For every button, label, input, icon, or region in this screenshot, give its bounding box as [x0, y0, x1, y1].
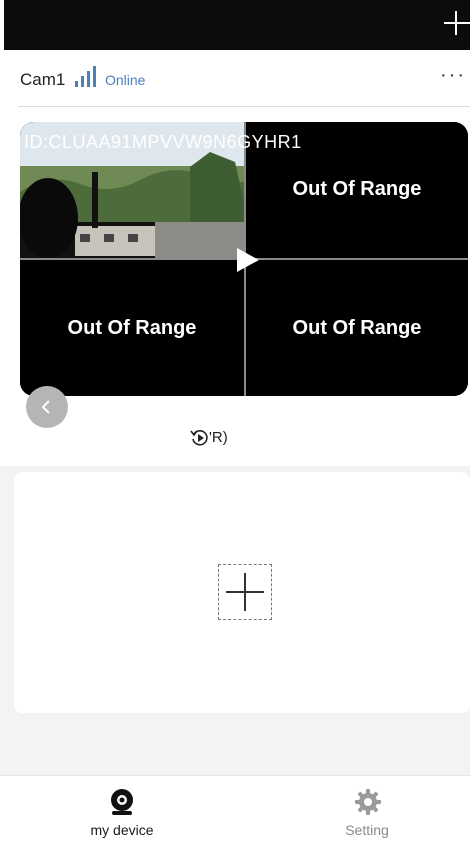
- divider: [18, 106, 470, 107]
- tab-my-device[interactable]: my device: [62, 786, 182, 842]
- tab-label: my device: [90, 822, 154, 838]
- bottom-tab-bar: my device Setting: [0, 775, 470, 842]
- status-label: Online: [105, 72, 146, 88]
- replay-label: 'R): [209, 429, 228, 446]
- plus-icon: [226, 573, 264, 611]
- channel-4-view[interactable]: Out Of Range: [246, 260, 468, 396]
- replay-button[interactable]: 'R): [190, 426, 250, 450]
- chevron-left-icon: [41, 400, 50, 414]
- signal-bars-icon: [75, 66, 96, 87]
- replay-icon: [190, 430, 208, 446]
- channel-3-view[interactable]: Out Of Range: [20, 260, 244, 396]
- out-of-range-label: Out Of Range: [292, 178, 422, 200]
- device-id-label: ID:CLUAA91MPVVW9N6GYHR1: [24, 132, 302, 152]
- tab-setting[interactable]: Setting: [307, 786, 427, 842]
- add-device-top-button[interactable]: [442, 8, 470, 38]
- camera-icon: [111, 789, 133, 815]
- out-of-range-label: Out Of Range: [67, 317, 197, 339]
- more-options-button[interactable]: ···: [440, 64, 466, 87]
- play-icon[interactable]: [234, 246, 262, 274]
- plus-icon: [444, 11, 470, 35]
- tab-label: Setting: [345, 822, 389, 838]
- device-name: Cam1: [20, 70, 66, 89]
- device-header: Cam1 Online ···: [18, 64, 470, 100]
- video-player[interactable]: Out Of Range Out Of Range Out Of Range I…: [20, 122, 468, 396]
- previous-button[interactable]: [26, 386, 68, 428]
- out-of-range-label: Out Of Range: [292, 317, 422, 339]
- add-device-button[interactable]: [218, 564, 272, 620]
- gear-icon: [355, 789, 381, 815]
- top-bar: [4, 0, 470, 50]
